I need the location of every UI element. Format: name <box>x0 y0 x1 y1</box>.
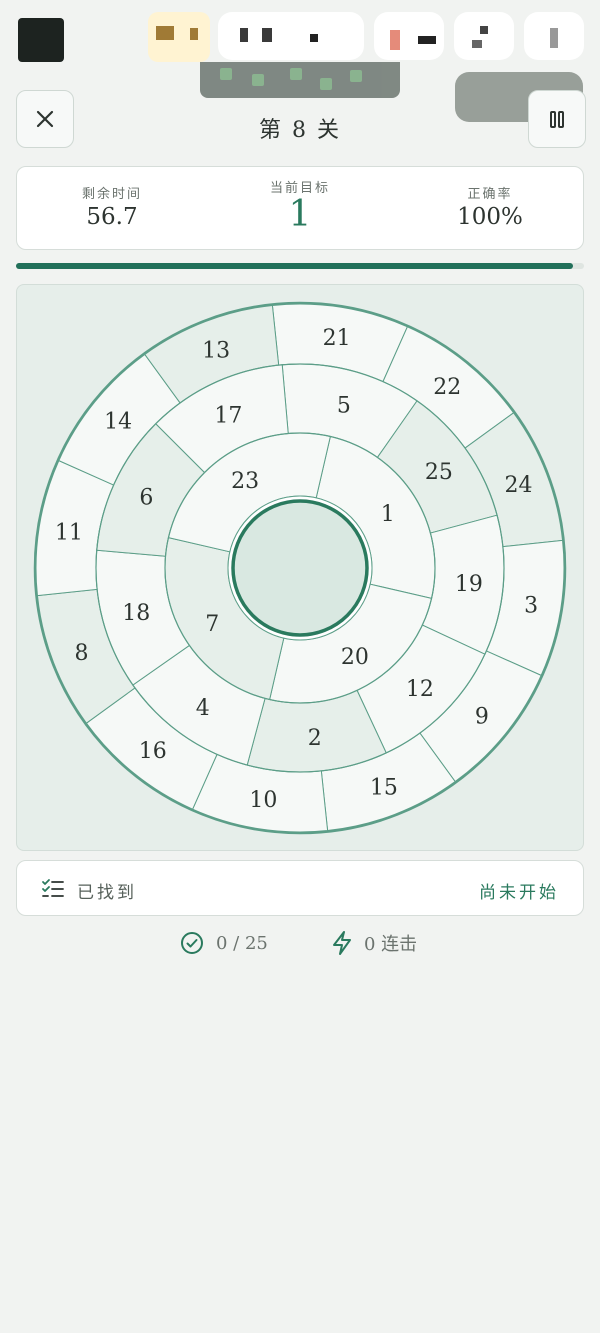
cell-number: 13 <box>202 339 230 364</box>
cell-number: 1 <box>381 502 395 527</box>
pause-button[interactable] <box>528 90 586 148</box>
stat-label: 剩余时间 <box>81 187 142 202</box>
cell-number: 19 <box>455 572 483 597</box>
center-disc[interactable] <box>231 499 369 637</box>
cell-number: 16 <box>139 739 167 764</box>
checklist-icon <box>42 879 64 897</box>
cell-number: 8 <box>75 641 89 666</box>
pause-icon <box>550 111 564 128</box>
blurred-banner <box>200 62 400 98</box>
cell-number: 7 <box>205 612 219 637</box>
close-button[interactable] <box>16 90 74 148</box>
stat-value: 100% <box>457 204 523 230</box>
ring-board: 2122243915101681114135251912241861712072… <box>33 301 567 835</box>
cell-number: 22 <box>433 375 461 400</box>
cell-number: 9 <box>475 704 489 729</box>
cell-number: 23 <box>231 469 259 494</box>
status-bar <box>0 0 600 122</box>
found-panel: 已找到 尚未开始 <box>16 860 584 916</box>
status-bar-chip <box>218 12 364 60</box>
combo-text: 0 连击 <box>364 934 418 955</box>
cell-number: 24 <box>504 473 532 498</box>
cell-number: 2 <box>308 726 322 751</box>
status-bar-chip <box>374 12 444 60</box>
cell-number: 4 <box>196 696 210 721</box>
stat-value: 56.7 <box>86 204 138 230</box>
time-progress-fill <box>16 263 573 269</box>
status-bar-chip <box>524 12 584 60</box>
cell-number: 17 <box>214 403 242 428</box>
found-status: 尚未开始 <box>479 883 559 903</box>
cell-number: 11 <box>55 520 83 545</box>
game-board: 21 22 24 3 9 15 10 16 8 11 14 13 5 25 19 12 2 4 18 6 17 1 20 7 2… <box>16 284 584 851</box>
found-count-text: 0 / 25 <box>216 932 268 954</box>
cell-number: 6 <box>139 485 153 510</box>
level-title: 第 8 关 <box>259 118 341 143</box>
combo-counter: 0 连击 <box>330 928 417 958</box>
cell-number: 3 <box>524 594 538 619</box>
status-bar-chip <box>148 12 210 62</box>
cell-number: 21 <box>323 326 351 351</box>
check-circle-icon <box>181 932 203 954</box>
stats-card: 剩余时间 56.7 当前目标 1 正确率 100% <box>16 166 584 250</box>
cell-number: 14 <box>104 410 132 435</box>
status-bar-logo <box>18 18 64 62</box>
cell-number: 25 <box>425 460 453 485</box>
stat-accuracy: 正确率 100% <box>400 167 580 230</box>
found-label: 已找到 <box>77 883 137 903</box>
cell-number: 5 <box>337 393 351 418</box>
bolt-icon <box>333 931 351 955</box>
stat-label: 正确率 <box>467 187 513 202</box>
time-progress-bar <box>16 263 584 269</box>
close-icon <box>36 110 54 128</box>
found-counter: 0 / 25 <box>180 928 268 958</box>
cell-number: 18 <box>122 601 150 626</box>
cell-number: 15 <box>370 775 398 800</box>
cell-number: 20 <box>341 645 369 670</box>
cell-number: 10 <box>249 788 277 813</box>
status-bar-chip <box>454 12 514 60</box>
stat-value: 1 <box>288 194 312 235</box>
stat-time-remaining: 剩余时间 56.7 <box>22 167 202 230</box>
stat-current-target: 当前目标 1 <box>210 167 390 235</box>
cell-number: 12 <box>406 677 434 702</box>
